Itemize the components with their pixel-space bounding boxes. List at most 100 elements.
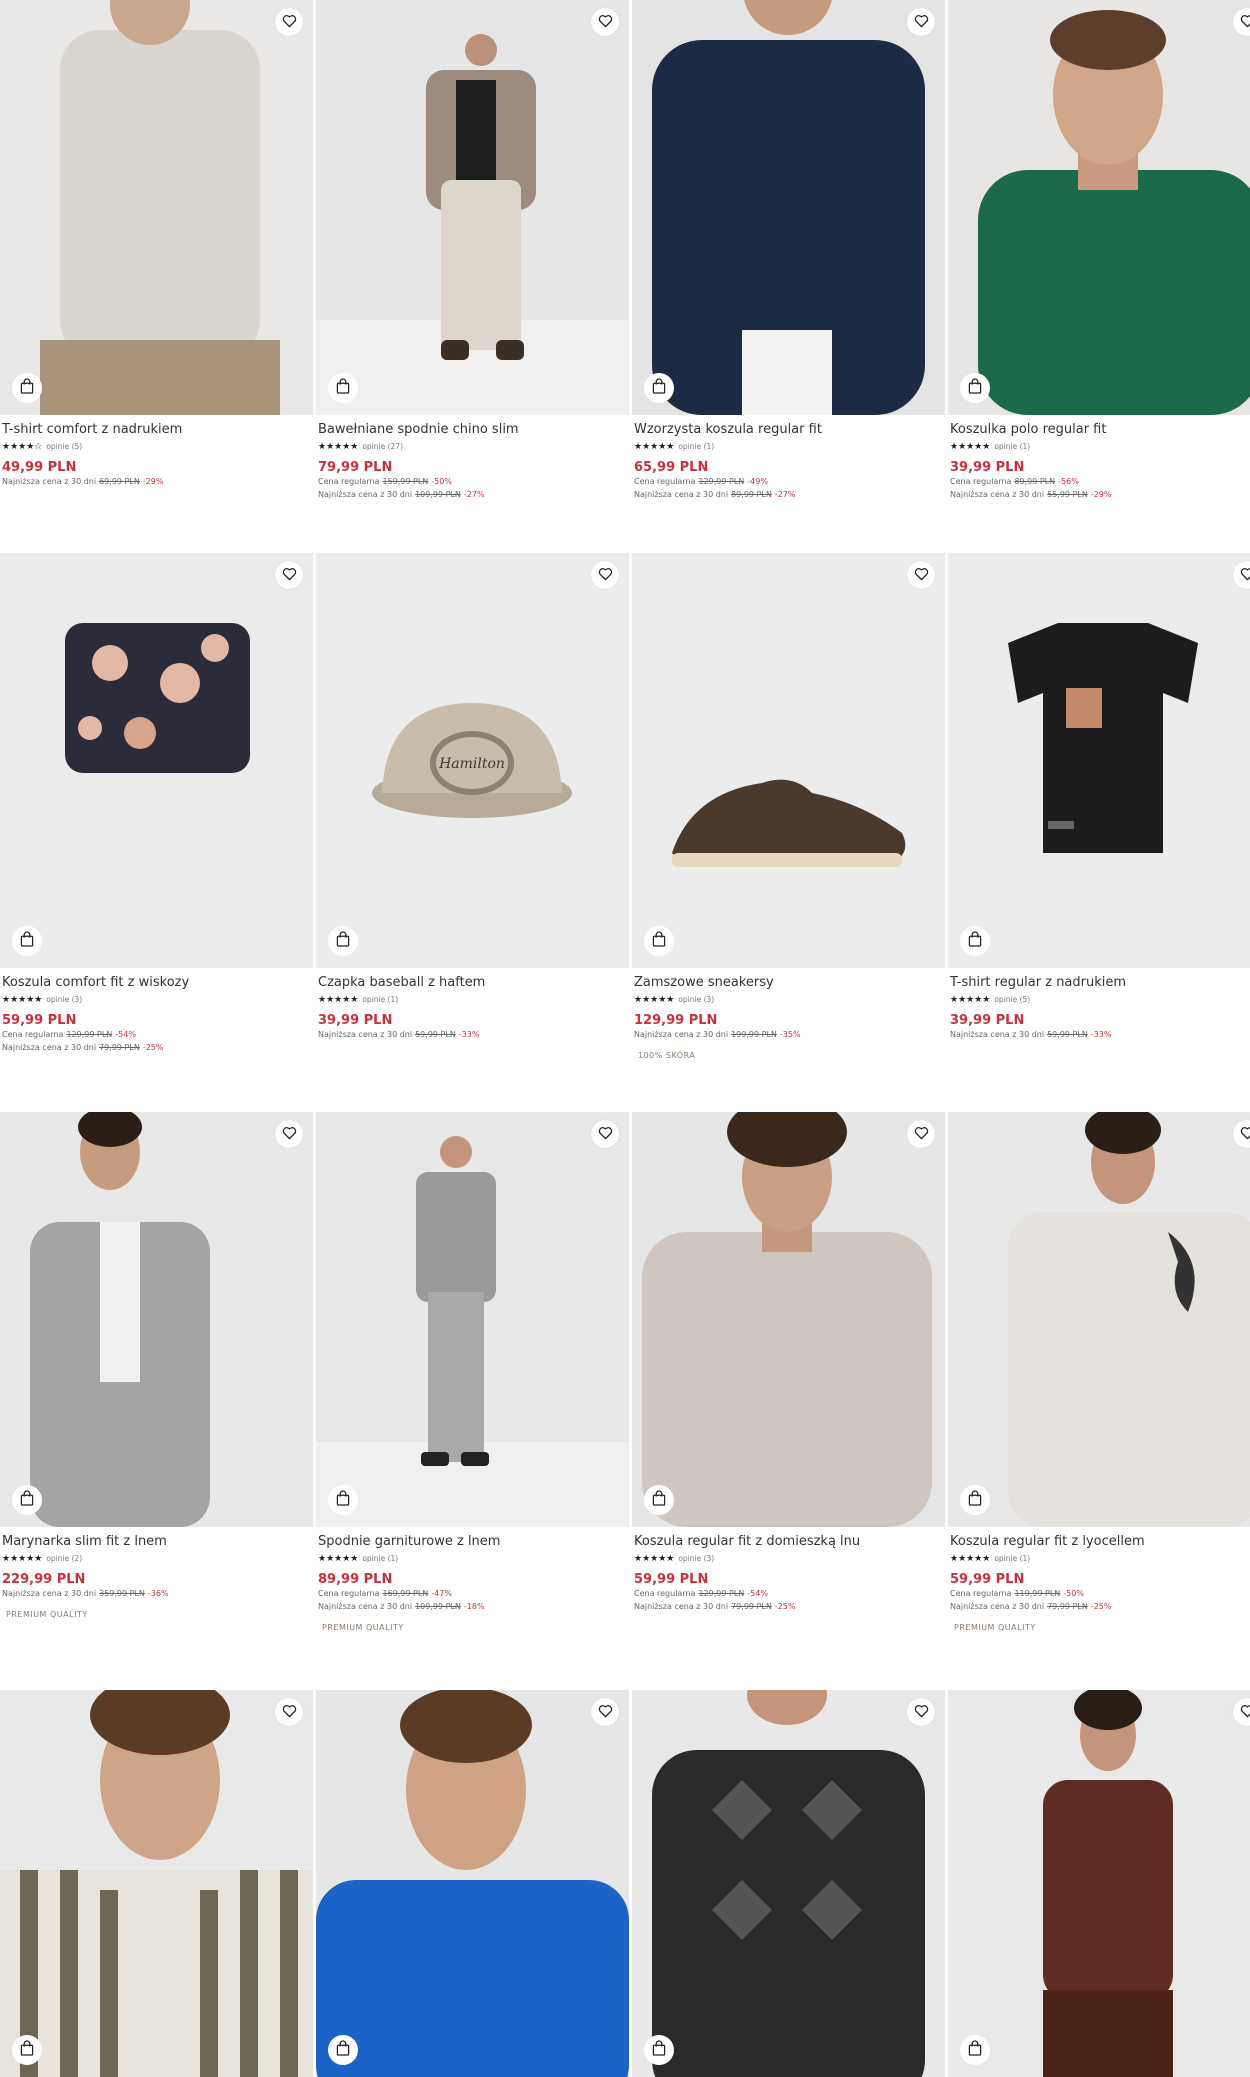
product-card[interactable]: Koszula regular fit z lyocellem ★★★★★ opin… bbox=[948, 1112, 1250, 1634]
product-card[interactable]: T-shirt regular z nadrukiem ★★★★★ opinie (… bbox=[948, 553, 1250, 1041]
add-to-cart-button[interactable] bbox=[960, 2035, 990, 2065]
lowest-discount: -35% bbox=[779, 1030, 801, 1039]
heart-icon bbox=[1240, 1125, 1250, 1144]
add-to-cart-button[interactable] bbox=[12, 2035, 42, 2065]
shopping-bag-icon bbox=[968, 1490, 982, 1510]
product-name[interactable]: Koszula comfort fit z wiskozy bbox=[2, 975, 311, 991]
lowest-price-line: Najniższa cena z 30 dni 79,99 PLN -25% bbox=[950, 1600, 1250, 1613]
add-to-cart-button[interactable] bbox=[644, 926, 674, 956]
add-to-cart-button[interactable] bbox=[12, 373, 42, 403]
product-card[interactable] bbox=[632, 1690, 945, 2077]
product-name[interactable]: Koszulka polo regular fit bbox=[950, 422, 1250, 438]
product-card[interactable]: Bawełniane spodnie chino slim ★★★★★ opinie… bbox=[316, 0, 629, 501]
product-image[interactable] bbox=[632, 553, 945, 968]
product-name[interactable]: Zamszowe sneakersy bbox=[634, 975, 943, 991]
add-to-cart-button[interactable] bbox=[960, 926, 990, 956]
review-count[interactable]: opinie (5) bbox=[994, 995, 1030, 1005]
favorite-button[interactable] bbox=[275, 1698, 303, 1726]
review-count[interactable]: opinie (2) bbox=[46, 1554, 82, 1564]
add-to-cart-button[interactable] bbox=[644, 1485, 674, 1515]
product-name[interactable]: Wzorzysta koszula regular fit bbox=[634, 422, 943, 438]
product-card[interactable]: Zamszowe sneakersy ★★★★★ opinie (3) 129,99 … bbox=[632, 553, 945, 1062]
product-image[interactable] bbox=[948, 553, 1250, 968]
lowest-discount: -25% bbox=[1090, 1602, 1112, 1611]
product-card[interactable]: Marynarka slim fit z lnem ★★★★★ opinie (2)… bbox=[0, 1112, 313, 1621]
add-to-cart-button[interactable] bbox=[12, 926, 42, 956]
product-name[interactable]: Koszula regular fit z lyocellem bbox=[950, 1534, 1250, 1550]
product-image[interactable] bbox=[948, 1690, 1250, 2077]
product-image[interactable] bbox=[0, 0, 313, 415]
add-to-cart-button[interactable] bbox=[328, 373, 358, 403]
product-name[interactable]: Bawełniane spodnie chino slim bbox=[318, 422, 627, 438]
product-name[interactable]: T-shirt regular z nadrukiem bbox=[950, 975, 1250, 991]
add-to-cart-button[interactable] bbox=[644, 373, 674, 403]
add-to-cart-button[interactable] bbox=[328, 2035, 358, 2065]
product-card[interactable]: T-shirt comfort z nadrukiem ★★★★☆ opinie (… bbox=[0, 0, 313, 488]
product-image[interactable] bbox=[316, 1690, 629, 2077]
add-to-cart-button[interactable] bbox=[960, 373, 990, 403]
add-to-cart-button[interactable] bbox=[12, 1485, 42, 1515]
favorite-button[interactable] bbox=[907, 1698, 935, 1726]
product-image[interactable] bbox=[948, 0, 1250, 415]
regular-price-line: Cena regularna 129,99 PLN -54% bbox=[634, 1587, 943, 1600]
product-name[interactable]: Spodnie garniturowe z lnem bbox=[318, 1534, 627, 1550]
product-name[interactable]: Marynarka slim fit z lnem bbox=[2, 1534, 311, 1550]
product-image[interactable] bbox=[632, 1112, 945, 1527]
lowest-discount: -18% bbox=[463, 1602, 485, 1611]
heart-icon bbox=[1240, 1703, 1250, 1722]
lowest-discount: -33% bbox=[458, 1030, 480, 1039]
product-card[interactable] bbox=[316, 1690, 629, 2077]
review-count[interactable]: opinie (1) bbox=[678, 442, 714, 452]
product-name[interactable]: T-shirt comfort z nadrukiem bbox=[2, 422, 311, 438]
product-image[interactable] bbox=[316, 1112, 629, 1527]
add-to-cart-button[interactable] bbox=[328, 926, 358, 956]
lowest-price: 59,99 PLN bbox=[415, 1030, 456, 1039]
add-to-cart-button[interactable] bbox=[644, 2035, 674, 2065]
review-count[interactable]: opinie (3) bbox=[678, 995, 714, 1005]
add-to-cart-button[interactable] bbox=[960, 1485, 990, 1515]
product-photo bbox=[0, 553, 313, 968]
product-image[interactable] bbox=[0, 553, 313, 968]
add-to-cart-button[interactable] bbox=[328, 1485, 358, 1515]
product-image[interactable] bbox=[316, 0, 629, 415]
product-card[interactable]: Koszula regular fit z domieszką lnu ★★★★★… bbox=[632, 1112, 945, 1613]
product-image[interactable] bbox=[632, 0, 945, 415]
favorite-button[interactable] bbox=[591, 1698, 619, 1726]
product-image[interactable]: Hamilton bbox=[316, 553, 629, 968]
favorite-button[interactable] bbox=[591, 1120, 619, 1148]
product-card[interactable]: Koszulka polo regular fit ★★★★★ opinie (1)… bbox=[948, 0, 1250, 501]
review-count[interactable]: opinie (1) bbox=[994, 1554, 1030, 1564]
product-info: Zamszowe sneakersy ★★★★★ opinie (3) 129,99 … bbox=[632, 968, 945, 1062]
lowest-price-label: Najniższa cena z 30 dni bbox=[318, 1602, 413, 1611]
product-card[interactable] bbox=[0, 1690, 313, 2077]
product-card[interactable]: Hamilton Czapka baseball z haftem ★★★★★ opi… bbox=[316, 553, 629, 1041]
product-photo bbox=[632, 553, 945, 968]
product-card[interactable]: Wzorzysta koszula regular fit ★★★★★ opinie… bbox=[632, 0, 945, 501]
review-count[interactable]: opinie (3) bbox=[46, 995, 82, 1005]
review-count[interactable]: opinie (27) bbox=[362, 442, 403, 452]
product-name[interactable]: Czapka baseball z haftem bbox=[318, 975, 627, 991]
favorite-button[interactable] bbox=[591, 8, 619, 36]
favorite-button[interactable] bbox=[907, 8, 935, 36]
product-card[interactable]: Spodnie garniturowe z lnem ★★★★★ opinie (1… bbox=[316, 1112, 629, 1634]
review-count[interactable]: opinie (3) bbox=[678, 1554, 714, 1564]
review-count[interactable]: opinie (1) bbox=[362, 1554, 398, 1564]
review-count[interactable]: opinie (1) bbox=[362, 995, 398, 1005]
product-card[interactable] bbox=[948, 1690, 1250, 2077]
favorite-button[interactable] bbox=[907, 1120, 935, 1148]
review-count[interactable]: opinie (5) bbox=[46, 442, 82, 452]
favorite-button[interactable] bbox=[591, 561, 619, 589]
favorite-button[interactable] bbox=[275, 1120, 303, 1148]
product-image[interactable] bbox=[0, 1112, 313, 1527]
favorite-button[interactable] bbox=[275, 561, 303, 589]
product-name[interactable]: Koszula regular fit z domieszką lnu bbox=[634, 1534, 943, 1550]
lowest-price-line: Najniższa cena z 30 dni 55,99 PLN -29% bbox=[950, 488, 1250, 501]
product-image[interactable] bbox=[632, 1690, 945, 2077]
product-image[interactable] bbox=[948, 1112, 1250, 1527]
favorite-button[interactable] bbox=[275, 8, 303, 36]
product-card[interactable]: Koszula comfort fit z wiskozy ★★★★★ opinie… bbox=[0, 553, 313, 1054]
product-info: Marynarka slim fit z lnem ★★★★★ opinie (2)… bbox=[0, 1527, 313, 1621]
favorite-button[interactable] bbox=[907, 561, 935, 589]
product-image[interactable] bbox=[0, 1690, 313, 2077]
review-count[interactable]: opinie (1) bbox=[994, 442, 1030, 452]
